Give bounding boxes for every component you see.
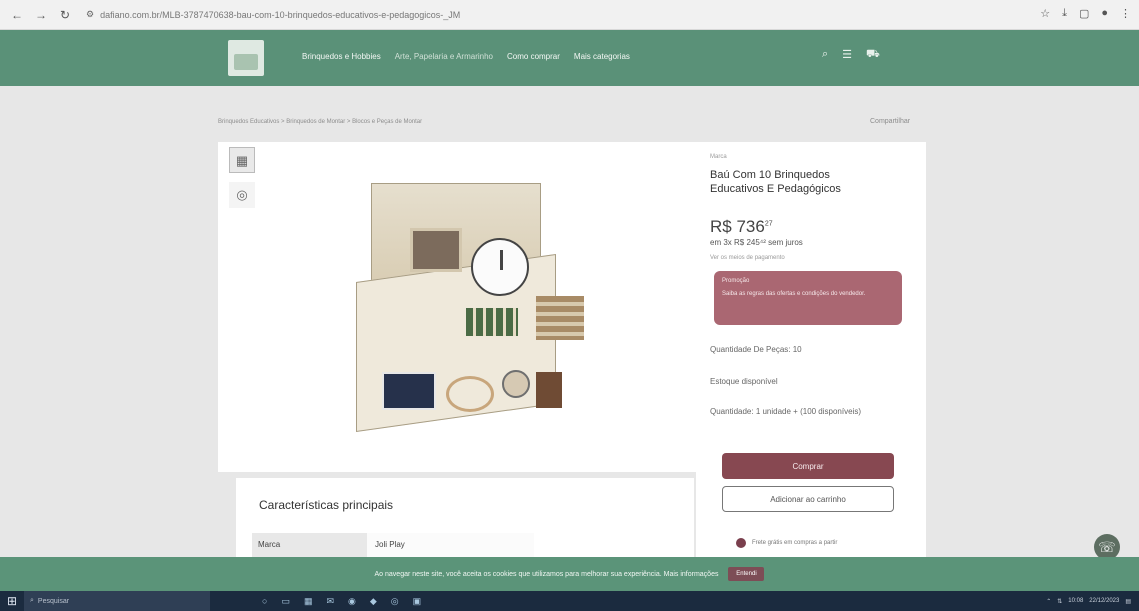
thumbnail-2[interactable]: ◎	[229, 182, 255, 208]
mail-icon[interactable]: ✉	[326, 596, 334, 607]
product-brand: Marca	[710, 154, 727, 160]
promo-banner: Promoção Saiba as regras das ofertas e c…	[714, 271, 902, 325]
cookie-text: Ao navegar neste site, você aceita os co…	[374, 570, 719, 578]
cart-icon[interactable]: ⛟	[866, 48, 880, 62]
windows-taskbar: ⊞ ⌕ Pesquisar ○ ▭ ▦ ✉ ◉ ◆ ◎ ▣ ⌃ ⇅ 10:08 …	[0, 591, 1139, 611]
payment-methods-link[interactable]: Ver os meios de pagamento	[710, 255, 785, 261]
wooden-clock-toy	[471, 238, 529, 296]
app-icon[interactable]: ◆	[370, 596, 377, 607]
search-icon[interactable]: ⌕	[822, 48, 828, 62]
header-icons: ⌕ ☰ ⛟	[822, 48, 880, 62]
file-explorer-icon[interactable]: ▭	[281, 596, 290, 607]
product-title: Baú Com 10 Brinquedos Educativos E Pedag…	[710, 169, 841, 195]
add-to-cart-button[interactable]: Adicionar ao carrinho	[722, 486, 894, 512]
wooden-piece-toy	[536, 372, 562, 408]
share-link[interactable]: Compartilhar	[870, 118, 910, 125]
shipping-info: Frete grátis em compras a partir	[736, 538, 837, 548]
price-main: R$ 736	[710, 217, 765, 236]
wooden-blocks-toy	[466, 308, 518, 336]
pieces-quantity: Quantidade De Peças: 10	[710, 345, 802, 354]
quantity-selector[interactable]: Quantidade: 1 unidade + (100 disponíveis…	[710, 407, 861, 416]
task-view-icon[interactable]: ○	[262, 596, 267, 607]
menu-item-brinquedos[interactable]: Brinquedos e Hobbies	[302, 52, 381, 61]
url-text: dafiano.com.br/MLB-3787470638-bau-com-10…	[100, 9, 461, 20]
menu-icon[interactable]: ☰	[842, 48, 852, 62]
menu-item-arte[interactable]: Arte, Papelaria e Armarinho	[395, 52, 493, 61]
installments-text: em 3x R$ 245⁴² sem juros	[710, 238, 803, 247]
stacking-toy	[536, 296, 584, 340]
cookie-banner: Ao navegar neste site, você aceita os co…	[0, 557, 1139, 591]
toy-box-thumbnail-icon: ▦	[235, 153, 249, 168]
system-tray: ⌃ ⇅ 10:08 22/12/2023 ▤	[1046, 598, 1131, 605]
download-icon[interactable]: ⤓	[1062, 7, 1067, 20]
promo-heading: Promoção	[722, 278, 750, 284]
menu-item-como-comprar[interactable]: Como comprar	[507, 52, 560, 61]
char-key-brand: Marca	[252, 533, 367, 557]
price-cents: 27	[764, 220, 773, 228]
windows-start-icon[interactable]: ⊞	[0, 594, 24, 608]
window-icon[interactable]: ▢	[1079, 7, 1089, 20]
product-price: R$ 73627	[710, 217, 773, 237]
browser-icon[interactable]: ◉	[348, 596, 356, 607]
shipping-text: Frete grátis em compras a partir	[752, 540, 838, 546]
reload-icon[interactable]: ↻	[58, 8, 72, 22]
breadcrumb[interactable]: Brinquedos Educativos > Brinquedos de Mo…	[218, 119, 422, 125]
more-menu-icon[interactable]: ⋮	[1120, 7, 1131, 20]
menu-item-mais-categorias[interactable]: Mais categorias	[574, 52, 630, 61]
site-header: Brinquedos e Hobbies Arte, Papelaria e A…	[0, 30, 1139, 86]
profile-icon[interactable]: ●	[1101, 7, 1108, 20]
characteristics-table: Marca Joli Play	[252, 533, 534, 557]
taskbar-search-input[interactable]: ⌕ Pesquisar	[24, 591, 210, 611]
cookie-accept-button[interactable]: Entendi	[728, 567, 765, 581]
taskbar-search-placeholder: Pesquisar	[37, 597, 70, 605]
wheel-toy	[502, 370, 530, 398]
main-menu: Brinquedos e Hobbies Arte, Papelaria e A…	[302, 52, 630, 61]
stock-status: Estoque disponível	[710, 377, 778, 386]
video-thumbnail-icon: ◎	[236, 187, 248, 202]
edge-icon[interactable]: ◎	[391, 596, 399, 607]
taskbar-time: 10:08	[1068, 598, 1084, 604]
product-main-image[interactable]	[348, 180, 598, 433]
dominos-box	[382, 372, 436, 410]
search-icon: ⌕	[30, 597, 34, 604]
thumbnail-1[interactable]: ▦	[229, 147, 255, 173]
char-value-brand: Joli Play	[367, 533, 534, 557]
tray-arrow-icon[interactable]: ⌃	[1046, 598, 1051, 605]
truck-icon	[736, 538, 746, 548]
characteristics-title: Características principais	[259, 498, 394, 512]
bookmark-star-icon[interactable]: ☆	[1040, 7, 1050, 20]
forward-arrow-icon[interactable]: →	[34, 8, 48, 22]
buy-button[interactable]: Comprar	[722, 453, 894, 479]
back-arrow-icon[interactable]: ←	[10, 8, 24, 22]
address-bar[interactable]: ⚙ dafiano.com.br/MLB-3787470638-bau-com-…	[86, 9, 460, 20]
site-logo[interactable]	[228, 40, 264, 76]
network-icon[interactable]: ⇅	[1057, 598, 1062, 605]
browser-actions: ☆ ⤓ ▢ ● ⋮	[1040, 7, 1131, 20]
notifications-icon[interactable]: ▤	[1125, 598, 1131, 605]
photos-icon[interactable]: ▣	[413, 596, 422, 607]
taskbar-date: 22/12/2023	[1089, 598, 1120, 604]
site-info-icon[interactable]: ⚙	[86, 9, 94, 20]
rings-toy	[446, 376, 494, 412]
taskbar-apps: ○ ▭ ▦ ✉ ◉ ◆ ◎ ▣	[262, 596, 421, 607]
promo-body: Saiba as regras das ofertas e condições …	[722, 291, 866, 297]
store-icon[interactable]: ▦	[304, 596, 313, 607]
puzzle-board	[410, 228, 462, 272]
browser-toolbar: ← → ↻ ⚙ dafiano.com.br/MLB-3787470638-ba…	[0, 0, 1139, 30]
